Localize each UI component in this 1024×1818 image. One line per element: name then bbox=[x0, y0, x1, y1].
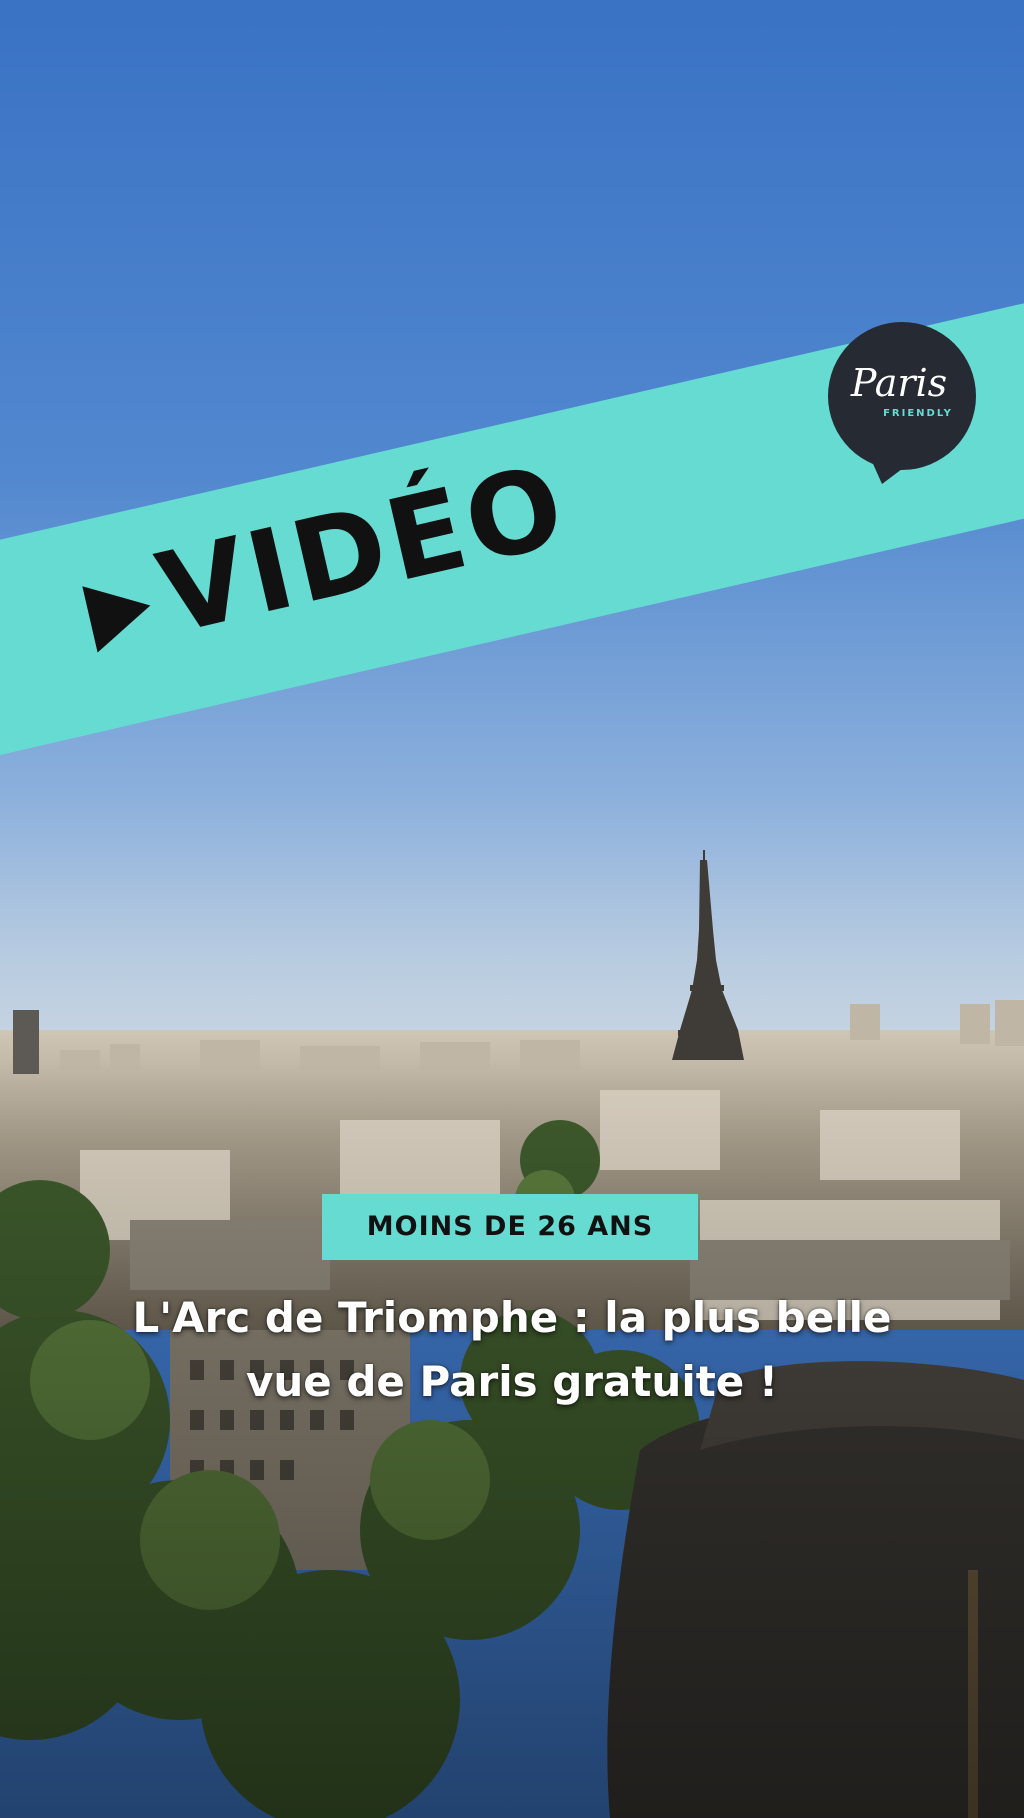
age-badge: MOINS DE 26 ANS bbox=[322, 1194, 698, 1260]
paris-friendly-logo: Paris FRIENDLY bbox=[826, 318, 982, 488]
logo-script-text: Paris bbox=[850, 361, 948, 405]
paris-skyline-photo bbox=[0, 0, 1024, 1818]
headline: L'Arc de Triomphe : la plus belle vue de… bbox=[60, 1286, 964, 1414]
headline-line-1: L'Arc de Triomphe : la plus belle bbox=[132, 1293, 892, 1342]
headline-line-2: vue de Paris gratuite ! bbox=[245, 1357, 779, 1406]
logo-sub-text: FRIENDLY bbox=[883, 408, 953, 419]
